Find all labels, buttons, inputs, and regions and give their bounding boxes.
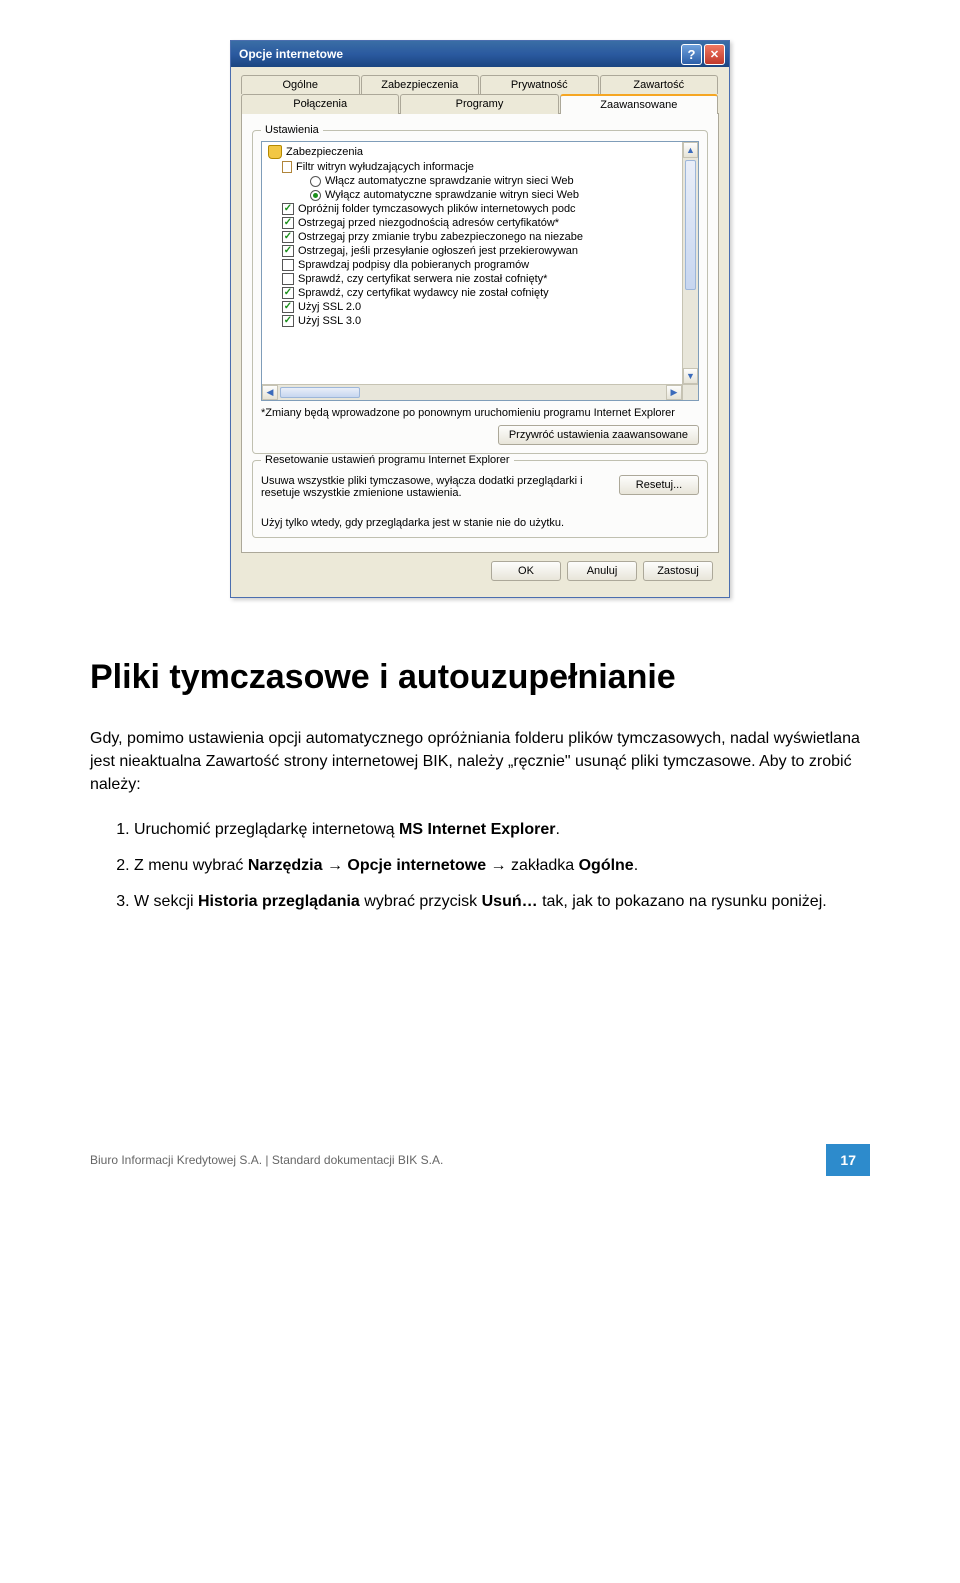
tree-item[interactable]: Sprawdzaj podpisy dla pobieranych progra… — [266, 258, 698, 272]
checkbox-icon[interactable] — [282, 315, 294, 327]
settings-tree[interactable]: Zabezpieczenia Filtr witryn wyłudzającyc… — [261, 141, 699, 401]
restore-advanced-button[interactable]: Przywróć ustawienia zaawansowane — [498, 425, 699, 445]
page-number: 17 — [826, 1144, 870, 1176]
checkbox-icon[interactable] — [282, 273, 294, 285]
ok-button[interactable]: OK — [491, 561, 561, 581]
horizontal-scrollbar[interactable]: ◀ ▶ — [262, 384, 682, 400]
page-heading: Pliki tymczasowe i autouzupełnianie — [90, 658, 870, 697]
checkbox-icon[interactable] — [282, 231, 294, 243]
scroll-left-icon[interactable]: ◀ — [262, 385, 278, 400]
settings-groupbox: Ustawienia Zabezpieczenia Filtr witryn w… — [252, 130, 708, 454]
vertical-scrollbar[interactable]: ▲ ▼ — [682, 142, 698, 384]
tree-security-header: Zabezpieczenia — [266, 144, 698, 160]
restart-note: *Zmiany będą wprowadzone po ponownym uru… — [261, 407, 699, 419]
checkbox-icon[interactable] — [282, 217, 294, 229]
intro-paragraph: Gdy, pomimo ustawienia opcji automatyczn… — [90, 727, 870, 797]
help-icon[interactable]: ? — [681, 44, 702, 65]
cancel-button[interactable]: Anuluj — [567, 561, 637, 581]
tab-security[interactable]: Zabezpieczenia — [361, 75, 480, 94]
tree-item[interactable]: Wyłącz automatyczne sprawdzanie witryn s… — [266, 188, 698, 202]
checkbox-icon[interactable] — [282, 301, 294, 313]
list-item: Z menu wybrać Narzędzia → Opcje internet… — [134, 855, 870, 877]
checkbox-icon[interactable] — [282, 259, 294, 271]
reset-warning: Użyj tylko wtedy, gdy przeglądarka jest … — [261, 517, 699, 529]
checkbox-icon[interactable] — [282, 203, 294, 215]
reset-description: Usuwa wszystkie pliki tymczasowe, wyłącz… — [261, 475, 611, 499]
dialog-title: Opcje internetowe — [235, 47, 681, 61]
tree-phishing-filter: Filtr witryn wyłudzających informacje — [266, 160, 698, 174]
settings-legend: Ustawienia — [261, 124, 323, 136]
tab-advanced[interactable]: Zaawansowane — [560, 94, 718, 114]
dialog-titlebar[interactable]: Opcje internetowe ? ✕ — [231, 41, 729, 67]
tree-item[interactable]: Włącz automatyczne sprawdzanie witryn si… — [266, 174, 698, 188]
reset-button[interactable]: Resetuj... — [619, 475, 699, 495]
scroll-down-icon[interactable]: ▼ — [683, 368, 698, 384]
close-icon[interactable]: ✕ — [704, 44, 725, 65]
tree-item[interactable]: Ostrzegaj przed niezgodnością adresów ce… — [266, 216, 698, 230]
internet-options-dialog: Opcje internetowe ? ✕ Ogólne Zabezpiecze… — [230, 40, 730, 598]
footer-text: Biuro Informacji Kredytowej S.A. | Stand… — [90, 1153, 826, 1167]
tree-item[interactable]: Sprawdź, czy certyfikat wydawcy nie zost… — [266, 286, 698, 300]
steps-list: Uruchomić przeglądarkę internetową MS In… — [90, 819, 870, 914]
tree-item[interactable]: Ostrzegaj, jeśli przesyłanie ogłoszeń je… — [266, 244, 698, 258]
tree-item[interactable]: Sprawdź, czy certyfikat serwera nie zost… — [266, 272, 698, 286]
scroll-right-icon[interactable]: ▶ — [666, 385, 682, 400]
tab-privacy[interactable]: Prywatność — [480, 75, 599, 94]
reset-legend: Resetowanie ustawień programu Internet E… — [261, 454, 514, 466]
list-item: W sekcji Historia przeglądania wybrać pr… — [134, 891, 870, 913]
tab-general[interactable]: Ogólne — [241, 75, 360, 94]
checkbox-icon[interactable] — [282, 287, 294, 299]
radio-icon[interactable] — [310, 176, 321, 187]
scroll-corner — [682, 384, 698, 400]
tree-item[interactable]: Ostrzegaj przy zmianie trybu zabezpieczo… — [266, 230, 698, 244]
tree-item[interactable]: Użyj SSL 3.0 — [266, 314, 698, 328]
scroll-thumb-h[interactable] — [280, 387, 360, 398]
lock-icon — [268, 145, 282, 159]
page-footer: Biuro Informacji Kredytowej S.A. | Stand… — [90, 1144, 870, 1176]
tree-item[interactable]: Opróżnij folder tymczasowych plików inte… — [266, 202, 698, 216]
radio-icon[interactable] — [310, 190, 321, 201]
scroll-thumb[interactable] — [685, 160, 696, 290]
apply-button[interactable]: Zastosuj — [643, 561, 713, 581]
checkbox-icon[interactable] — [282, 245, 294, 257]
tab-connections[interactable]: Połączenia — [241, 94, 399, 114]
file-icon — [282, 161, 292, 173]
tab-programs[interactable]: Programy — [400, 94, 558, 114]
reset-groupbox: Resetowanie ustawień programu Internet E… — [252, 460, 708, 538]
scroll-up-icon[interactable]: ▲ — [683, 142, 698, 158]
tree-item[interactable]: Użyj SSL 2.0 — [266, 300, 698, 314]
list-item: Uruchomić przeglądarkę internetową MS In… — [134, 819, 870, 841]
tab-content[interactable]: Zawartość — [600, 75, 719, 94]
